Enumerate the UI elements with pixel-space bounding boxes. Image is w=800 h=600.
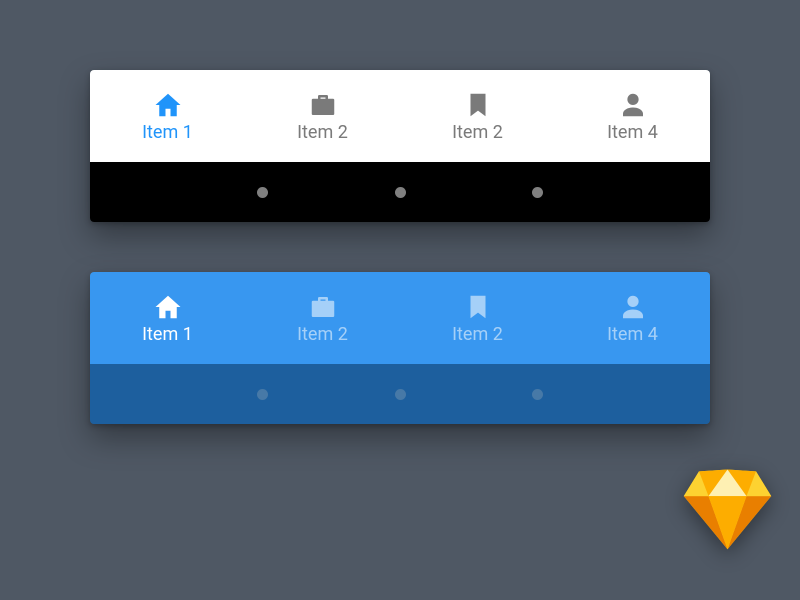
house-icon [153, 90, 183, 120]
dot[interactable] [532, 389, 543, 400]
tab-item-1[interactable]: Item 1 [90, 70, 245, 162]
tab-label: Item 2 [297, 124, 348, 142]
briefcase-icon [308, 90, 338, 120]
house-icon [153, 292, 183, 322]
dot[interactable] [257, 187, 268, 198]
pagination-dots [90, 162, 710, 222]
navbar-light: Item 1 Item 2 Item 2 Item 4 [90, 70, 710, 162]
person-icon [618, 292, 648, 322]
tab-item-3[interactable]: Item 2 [400, 70, 555, 162]
dot[interactable] [532, 187, 543, 198]
dot[interactable] [395, 187, 406, 198]
pagination-dots [90, 364, 710, 424]
tab-label: Item 4 [607, 124, 658, 142]
tab-label: Item 2 [452, 124, 503, 142]
sketch-logo-icon [680, 460, 775, 555]
tabbar-light: Item 1 Item 2 Item 2 Item 4 [90, 70, 710, 222]
bookmark-icon [463, 292, 493, 322]
tab-label: Item 2 [452, 326, 503, 344]
briefcase-icon [308, 292, 338, 322]
dot[interactable] [395, 389, 406, 400]
tab-item-1[interactable]: Item 1 [90, 272, 245, 364]
tab-item-2[interactable]: Item 2 [245, 272, 400, 364]
tab-item-3[interactable]: Item 2 [400, 272, 555, 364]
person-icon [618, 90, 648, 120]
dot[interactable] [257, 389, 268, 400]
tab-label: Item 1 [142, 124, 193, 142]
tab-item-2[interactable]: Item 2 [245, 70, 400, 162]
bookmark-icon [463, 90, 493, 120]
tab-label: Item 2 [297, 326, 348, 344]
tabbar-blue: Item 1 Item 2 Item 2 Item 4 [90, 272, 710, 424]
tab-label: Item 4 [607, 326, 658, 344]
tab-label: Item 1 [142, 326, 193, 344]
tab-item-4[interactable]: Item 4 [555, 70, 710, 162]
navbar-blue: Item 1 Item 2 Item 2 Item 4 [90, 272, 710, 364]
tab-item-4[interactable]: Item 4 [555, 272, 710, 364]
